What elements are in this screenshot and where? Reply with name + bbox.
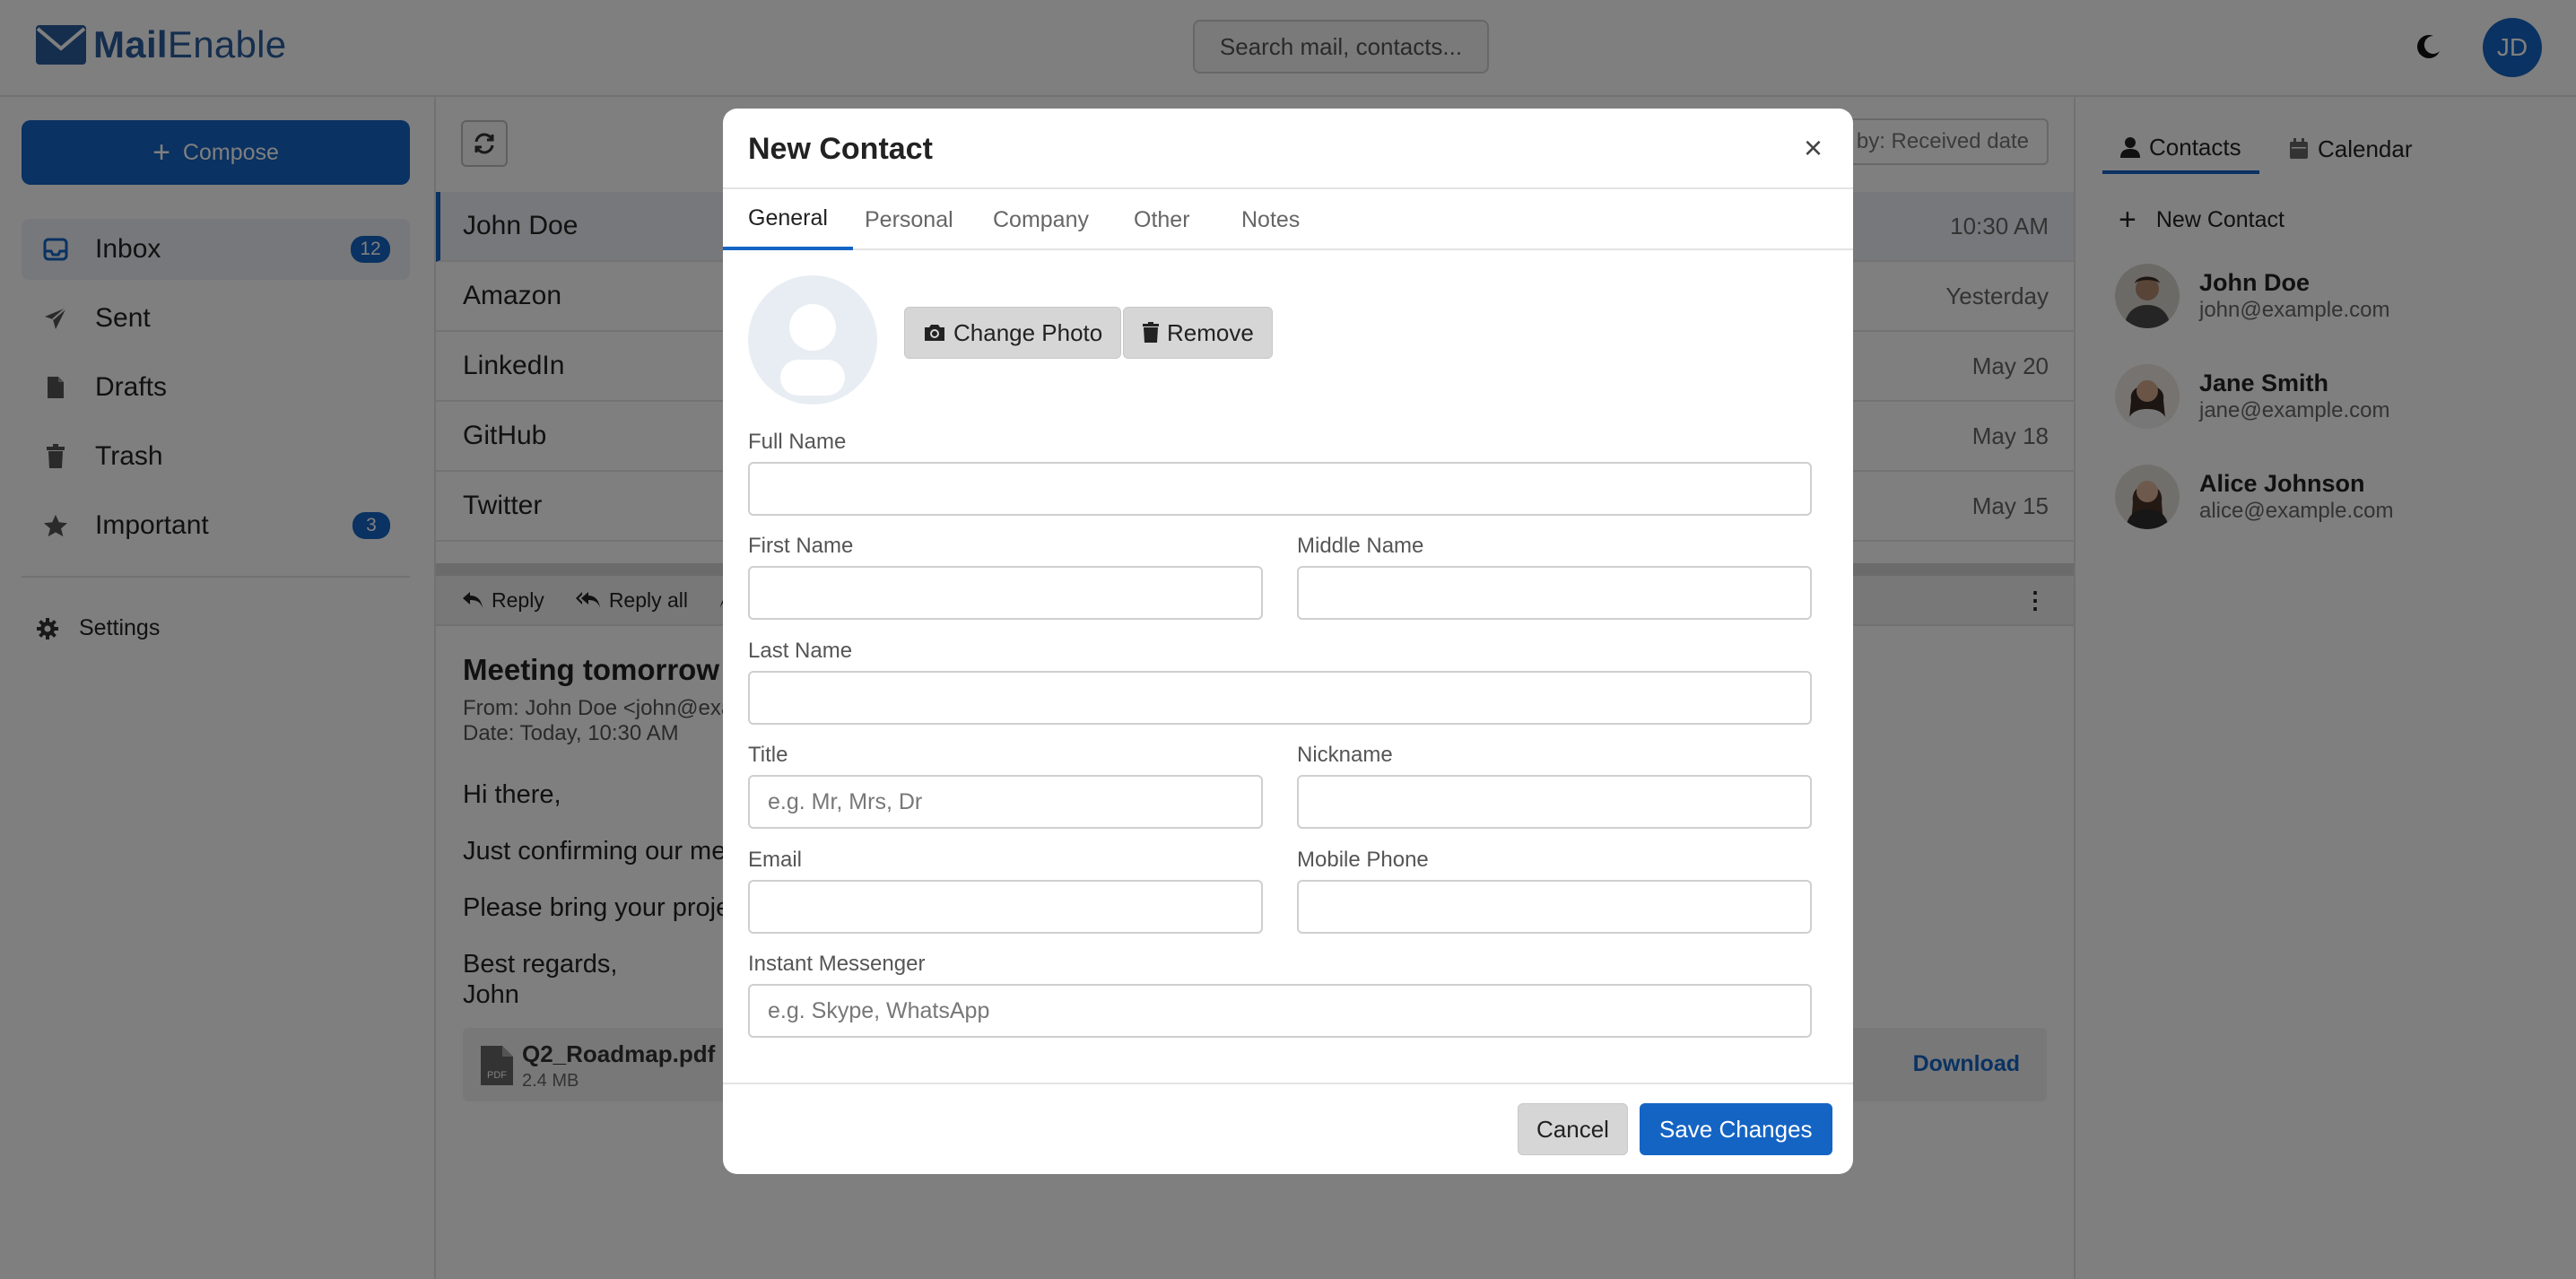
full-name-field[interactable] xyxy=(748,462,1812,516)
email-field[interactable] xyxy=(748,880,1263,934)
first-name-label: First Name xyxy=(748,534,854,558)
full-name-label: Full Name xyxy=(748,430,847,454)
tab-personal[interactable]: Personal xyxy=(840,189,979,250)
new-contact-dialog: New Contact × General Personal Company O… xyxy=(723,109,1853,1174)
divider xyxy=(723,1083,1853,1084)
tab-general[interactable]: General xyxy=(723,189,853,250)
middle-name-field[interactable] xyxy=(1297,566,1812,620)
contact-photo xyxy=(748,275,877,405)
nickname-label: Nickname xyxy=(1297,743,1393,767)
close-icon[interactable]: × xyxy=(1804,132,1823,164)
save-changes-button[interactable]: Save Changes xyxy=(1640,1103,1832,1155)
tab-other[interactable]: Other xyxy=(1109,189,1215,250)
email-label: Email xyxy=(748,848,803,872)
cancel-button[interactable]: Cancel xyxy=(1518,1103,1628,1155)
first-name-field[interactable] xyxy=(748,566,1263,620)
mobile-phone-field[interactable] xyxy=(1297,880,1812,934)
last-name-label: Last Name xyxy=(748,639,853,663)
instant-messenger-field[interactable] xyxy=(748,984,1812,1038)
title-field[interactable] xyxy=(748,775,1263,829)
change-photo-button[interactable]: Change Photo xyxy=(904,307,1122,359)
change-photo-label: Change Photo xyxy=(953,318,1103,346)
remove-label: Remove xyxy=(1167,318,1254,346)
remove-photo-button[interactable]: Remove xyxy=(1123,307,1273,359)
user-silhouette-icon xyxy=(780,304,845,396)
last-name-field[interactable] xyxy=(748,671,1812,725)
nickname-field[interactable] xyxy=(1297,775,1812,829)
dialog-tabs: General Personal Company Other Notes xyxy=(723,189,1853,250)
dialog-title: New Contact xyxy=(748,132,933,166)
title-label: Title xyxy=(748,743,788,767)
middle-name-label: Middle Name xyxy=(1297,534,1424,558)
mobile-phone-label: Mobile Phone xyxy=(1297,848,1429,872)
trash-icon xyxy=(1143,322,1159,343)
instant-messenger-label: Instant Messenger xyxy=(748,952,926,976)
tab-notes[interactable]: Notes xyxy=(1216,189,1325,250)
camera-icon xyxy=(925,325,944,341)
tab-company[interactable]: Company xyxy=(968,189,1114,250)
